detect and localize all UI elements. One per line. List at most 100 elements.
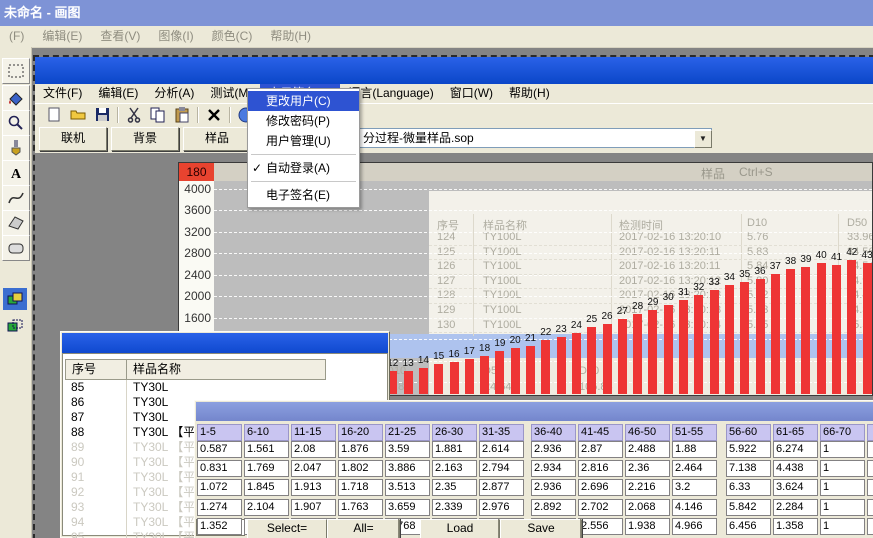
- grid-cell[interactable]: 1.938: [625, 518, 670, 535]
- paint-menu-item-4[interactable]: 颜色(C): [203, 26, 262, 47]
- save-icon[interactable]: [93, 106, 111, 123]
- grid-cell[interactable]: 1.881: [432, 441, 477, 458]
- rounded-rect-tool[interactable]: [2, 235, 30, 261]
- grid-cell[interactable]: 1.913: [291, 479, 336, 496]
- grid-cell[interactable]: 3.659: [385, 499, 430, 516]
- selection-opaque-option[interactable]: [3, 288, 27, 310]
- app-menu-item-1[interactable]: 编辑(E): [90, 84, 146, 103]
- grid-cell[interactable]: 1: [820, 460, 865, 477]
- list-row-index[interactable]: 90: [65, 455, 127, 470]
- grid-cell[interactable]: 2.614: [479, 441, 524, 458]
- grid-cell[interactable]: 2.936: [531, 479, 576, 496]
- paint-menu-item-1[interactable]: 编辑(E): [33, 26, 91, 47]
- grid-cell[interactable]: 6.456: [726, 518, 771, 535]
- grid-cell[interactable]: 2.696: [578, 479, 623, 496]
- grid-cell[interactable]: 1.88: [672, 441, 717, 458]
- grid-cell[interactable]: 2.36: [625, 460, 670, 477]
- list-row-index[interactable]: 89: [65, 440, 127, 455]
- cut-icon[interactable]: [125, 106, 143, 123]
- list-row-index[interactable]: 93: [65, 500, 127, 515]
- paint-menu-item-0[interactable]: (F): [0, 26, 33, 47]
- grid-cell[interactable]: 1.274: [197, 499, 242, 516]
- grid-cell[interactable]: 0.587: [197, 441, 242, 458]
- grid-cell[interactable]: 2.892: [531, 499, 576, 516]
- paste-icon[interactable]: [173, 106, 191, 123]
- app-menu-item-6[interactable]: 窗口(W): [442, 84, 501, 103]
- grid-cell[interactable]: 0.831: [197, 460, 242, 477]
- grid-cell[interactable]: 3.59: [385, 441, 430, 458]
- grid-cell[interactable]: 1: [820, 518, 865, 535]
- grid-cell[interactable]: [867, 479, 873, 496]
- grid-cell[interactable]: 4.146: [672, 499, 717, 516]
- dialog-button-all[interactable]: All=: [327, 519, 400, 538]
- grid-cell[interactable]: 1.802: [338, 460, 383, 477]
- grid-cell[interactable]: 5.922: [726, 441, 771, 458]
- list-row-index[interactable]: 87: [65, 410, 127, 425]
- list-row-index[interactable]: 94: [65, 515, 127, 530]
- list-row-index[interactable]: 85: [65, 380, 127, 395]
- grid-cell[interactable]: 1: [820, 479, 865, 496]
- app-menu-item-2[interactable]: 分析(A): [146, 84, 202, 103]
- grid-cell[interactable]: 2.816: [578, 460, 623, 477]
- grid-cell[interactable]: 3.886: [385, 460, 430, 477]
- grid-cell[interactable]: 3.2: [672, 479, 717, 496]
- grid-cell[interactable]: 4.966: [672, 518, 717, 535]
- grid-cell[interactable]: 1.876: [338, 441, 383, 458]
- grid-cell[interactable]: 3.624: [773, 479, 818, 496]
- grid-cell[interactable]: 2.068: [625, 499, 670, 516]
- grid-cell[interactable]: 1.352: [197, 518, 242, 535]
- grid-cell[interactable]: [867, 460, 873, 477]
- paint-menu-item-2[interactable]: 查看(V): [91, 26, 149, 47]
- zoom-tool[interactable]: [2, 110, 30, 136]
- dialog-button-select[interactable]: Select=: [247, 519, 327, 538]
- list-row-index[interactable]: 86: [65, 395, 127, 410]
- grid-cell[interactable]: 2.488: [625, 441, 670, 458]
- grid-cell[interactable]: 2.284: [773, 499, 818, 516]
- dialog-button-load[interactable]: Load: [420, 519, 500, 538]
- text-tool[interactable]: A: [2, 160, 30, 186]
- paint-menu-item-5[interactable]: 帮助(H): [261, 26, 320, 47]
- grid-cell[interactable]: 3.513: [385, 479, 430, 496]
- fill-tool[interactable]: [2, 85, 30, 111]
- curve-tool[interactable]: [2, 185, 30, 211]
- list-row-index[interactable]: 91: [65, 470, 127, 485]
- popup-item-6[interactable]: 电子签名(E): [248, 185, 359, 205]
- grid-cell[interactable]: 2.556: [578, 518, 623, 535]
- grid-cell[interactable]: [867, 499, 873, 516]
- popup-item-4[interactable]: ✓自动登录(A): [248, 158, 359, 178]
- grid-cell[interactable]: 1.907: [291, 499, 336, 516]
- select-tool[interactable]: [2, 58, 30, 84]
- grid-cell[interactable]: 2.163: [432, 460, 477, 477]
- grid-cell[interactable]: 2.216: [625, 479, 670, 496]
- grid-cell[interactable]: 2.976: [479, 499, 524, 516]
- grid-cell[interactable]: [867, 441, 873, 458]
- sop-combobox[interactable]: 分过程-微量样品.sop: [358, 128, 712, 148]
- grid-cell[interactable]: 1: [820, 499, 865, 516]
- selection-transparent-option[interactable]: [3, 315, 27, 337]
- grid-cell[interactable]: 1.072: [197, 479, 242, 496]
- grid-cell[interactable]: 6.274: [773, 441, 818, 458]
- brush-tool[interactable]: [2, 135, 30, 161]
- grid-cell[interactable]: 5.842: [726, 499, 771, 516]
- list-row-name[interactable]: TY30L: [127, 380, 391, 395]
- combobox-dropdown-icon[interactable]: ▼: [694, 130, 712, 148]
- grid-cell[interactable]: 7.138: [726, 460, 771, 477]
- sample-list-titlebar[interactable]: [62, 333, 388, 353]
- app-button-1[interactable]: 背景: [111, 127, 179, 151]
- grid-cell[interactable]: 2.08: [291, 441, 336, 458]
- list-row-index[interactable]: 92: [65, 485, 127, 500]
- grid-cell[interactable]: [867, 518, 873, 535]
- copy-icon[interactable]: [149, 106, 167, 123]
- grid-cell[interactable]: 2.35: [432, 479, 477, 496]
- grid-cell[interactable]: 2.464: [672, 460, 717, 477]
- grid-cell[interactable]: 1.561: [244, 441, 289, 458]
- list-row-index[interactable]: 95: [65, 530, 127, 538]
- popup-item-2[interactable]: 用户管理(U): [248, 131, 359, 151]
- grid-cell[interactable]: 2.794: [479, 460, 524, 477]
- grid-cell[interactable]: 2.934: [531, 460, 576, 477]
- popup-item-1[interactable]: 修改密码(P): [248, 111, 359, 131]
- grid-cell[interactable]: 2.702: [578, 499, 623, 516]
- grid-cell[interactable]: 2.339: [432, 499, 477, 516]
- grid-cell[interactable]: 1.769: [244, 460, 289, 477]
- grid-cell[interactable]: 1.358: [773, 518, 818, 535]
